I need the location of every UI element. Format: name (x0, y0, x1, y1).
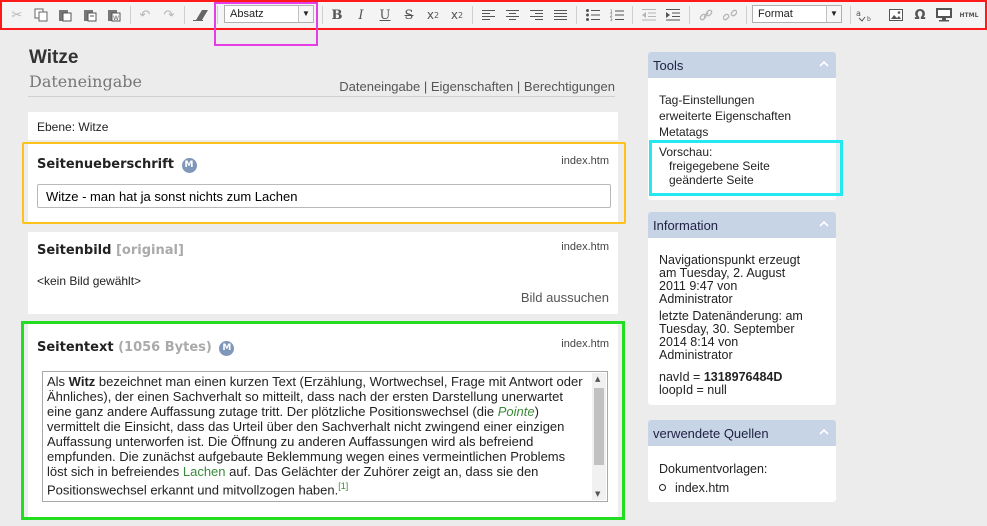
paste-word-icon[interactable]: W (105, 5, 123, 25)
paste-icon[interactable] (56, 5, 74, 25)
information-box: Information Navigationspunkt erzeugt am … (648, 212, 836, 405)
preview-highlight (649, 140, 843, 196)
extended-properties-link[interactable]: erweiterte Eigenschaften (659, 108, 791, 124)
image-title-text: Seitenbild (37, 243, 112, 258)
align-center-icon[interactable] (503, 5, 521, 25)
chevron-up-icon[interactable] (818, 426, 830, 438)
image-icon[interactable] (887, 5, 905, 25)
chevron-down-icon: ▼ (826, 6, 841, 22)
special-char-icon[interactable]: Ω (911, 5, 929, 25)
numbered-list-icon[interactable]: 123 (608, 5, 626, 25)
toolbar-separator (576, 6, 577, 24)
information-box-title: Information (653, 218, 719, 233)
link-icon[interactable] (697, 5, 715, 25)
bullet-icon (659, 484, 666, 491)
toolbar-separator (746, 6, 747, 24)
navid-value: 1318976484D (703, 370, 783, 384)
metatags-link[interactable]: Metatags (659, 124, 791, 140)
view-tabs: Dateneingabe | Eigenschaften | Berechtig… (339, 79, 615, 94)
unlink-icon[interactable] (721, 5, 739, 25)
cut-icon[interactable]: ✂ (8, 5, 26, 25)
styles-select[interactable]: Format ▼ (752, 5, 842, 23)
format-highlight (214, 2, 318, 46)
underline-icon[interactable]: U (376, 5, 394, 25)
text-highlight (21, 321, 625, 520)
justify-icon[interactable] (551, 5, 569, 25)
chevron-up-icon[interactable] (818, 218, 830, 230)
information-box-body: Navigationspunkt erzeugt am Tuesday, 2. … (659, 254, 803, 397)
header-divider (28, 96, 615, 97)
image-file-label: index.htm (561, 241, 609, 253)
spellcheck-icon[interactable]: ab (855, 5, 875, 25)
svg-text:3: 3 (610, 17, 613, 21)
toolbar-separator (632, 6, 633, 24)
navid-label: navId = (659, 370, 704, 384)
subscript-icon[interactable]: x2 (424, 5, 442, 25)
copy-icon[interactable] (32, 5, 50, 25)
svg-text:W: W (113, 15, 119, 22)
level-label: Ebene: Witze (37, 120, 109, 134)
choose-image-link[interactable]: Bild aussuchen (521, 290, 609, 305)
svg-text:b: b (867, 16, 871, 22)
changed-line: Administrator (659, 348, 733, 362)
svg-text:a: a (856, 9, 861, 18)
heading-highlight (22, 142, 626, 224)
tools-box-title: Tools (653, 58, 684, 73)
sources-box-header[interactable]: verwendete Quellen (648, 420, 836, 446)
outdent-icon[interactable] (640, 5, 658, 25)
bold-icon[interactable]: B (328, 5, 346, 25)
image-qualifier: [original] (115, 243, 184, 258)
page-subtitle: Dateneingabe (29, 72, 142, 91)
align-right-icon[interactable] (527, 5, 545, 25)
image-section: Seitenbild [original] index.htm <kein Bi… (28, 232, 618, 314)
redo-icon[interactable]: ↷ (160, 5, 178, 25)
sources-box-body: Dokumentvorlagen: index.htm (659, 460, 767, 498)
align-left-icon[interactable] (479, 5, 497, 25)
sources-box-title: verwendete Quellen (653, 426, 769, 441)
template-item-label: index.htm (675, 481, 730, 495)
tab-separator: | (423, 79, 428, 94)
information-box-header[interactable]: Information (648, 212, 836, 238)
level-panel: Ebene: Witze (28, 112, 618, 140)
tab-separator: | (516, 79, 521, 94)
bulleted-list-icon[interactable] (584, 5, 602, 25)
source-icon[interactable]: HTML (957, 5, 981, 25)
tag-settings-link[interactable]: Tag-Einstellungen (659, 92, 791, 108)
chevron-up-icon[interactable] (818, 58, 830, 70)
sources-box: verwendete Quellen Dokumentvorlagen: ind… (648, 420, 836, 502)
strikethrough-icon[interactable]: S (400, 5, 418, 25)
templates-label: Dokumentvorlagen: (659, 462, 768, 476)
template-item[interactable]: index.htm (659, 479, 767, 498)
image-status: <kein Bild gewählt> (37, 274, 142, 288)
tab-berechtigungen[interactable]: Berechtigungen (524, 79, 615, 94)
toolbar-separator (322, 6, 323, 24)
toolbar-separator (472, 6, 473, 24)
indent-icon[interactable] (664, 5, 682, 25)
superscript-icon[interactable]: x2 (448, 5, 466, 25)
image-section-title: Seitenbild [original] (37, 243, 184, 258)
paste-text-icon[interactable] (81, 5, 99, 25)
editor-toolbar: ✂ W ↶ ↷ Absatz ▼ B I U S x2 x2 123 Forma… (0, 0, 987, 30)
loopid-line: loopId = null (659, 383, 727, 397)
tools-box-header[interactable]: Tools (648, 52, 836, 78)
styles-value: Format (758, 8, 793, 20)
toolbar-separator (130, 6, 131, 24)
tab-dateneingabe[interactable]: Dateneingabe (339, 79, 420, 94)
toolbar-separator (850, 6, 851, 24)
toolbar-separator (689, 6, 690, 24)
toolbar-separator (184, 6, 185, 24)
undo-icon[interactable]: ↶ (136, 5, 154, 25)
created-line: Administrator (659, 292, 733, 306)
remove-format-icon[interactable] (191, 5, 211, 25)
preview-icon[interactable] (934, 5, 954, 25)
italic-icon[interactable]: I (352, 5, 370, 25)
page-title: Witze (29, 47, 79, 68)
tab-eigenschaften[interactable]: Eigenschaften (431, 79, 513, 94)
